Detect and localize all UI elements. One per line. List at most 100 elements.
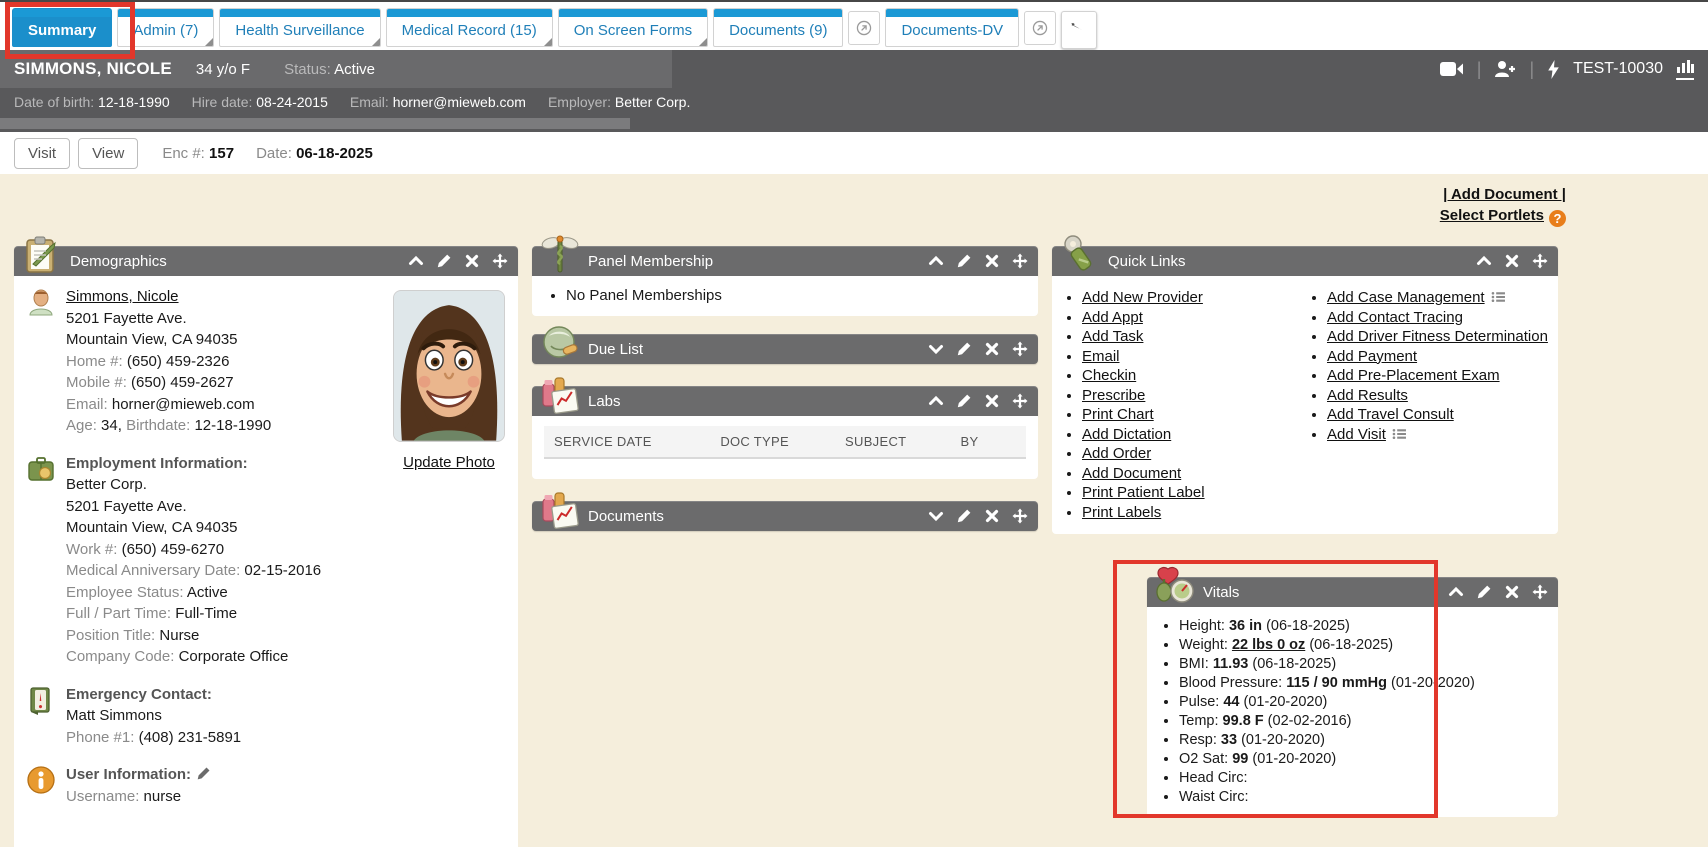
add-order-link[interactable]: Add Order [1082, 445, 1151, 462]
print-chart-link[interactable]: Print Chart [1082, 406, 1154, 423]
demographics-body: Simmons, Nicole 5201 Fayette Ave. Mounta… [14, 276, 518, 847]
tab-label: Admin (7) [118, 17, 213, 46]
add-appt-link[interactable]: Add Appt [1082, 309, 1143, 326]
close-icon[interactable] [1504, 584, 1520, 600]
add-pre-placement-exam-link[interactable]: Add Pre-Placement Exam [1327, 367, 1500, 384]
quick-link-item: Add Results [1327, 386, 1554, 406]
column-header-service-date[interactable]: SERVICE DATE [554, 434, 720, 449]
vital-pulse: Pulse: 44 (01-20-2020) [1179, 693, 1546, 712]
quick-link-item: Add Task [1082, 327, 1309, 347]
move-icon[interactable] [1012, 508, 1028, 524]
add-contact-tracing-link[interactable]: Add Contact Tracing [1327, 309, 1463, 326]
banner-field-employer: Employer: Better Corp. [548, 94, 690, 110]
collapse-icon[interactable] [1476, 253, 1492, 269]
column-header-doc-type[interactable]: DOC TYPE [720, 434, 845, 449]
edit-icon[interactable] [1476, 584, 1492, 600]
help-icon[interactable]: ? [1549, 210, 1566, 227]
tab-admin[interactable]: Admin (7) [117, 8, 214, 47]
print-labels-link[interactable]: Print Labels [1082, 504, 1161, 521]
edit-icon[interactable] [956, 253, 972, 269]
patient-photo [393, 290, 505, 442]
add-results-link[interactable]: Add Results [1327, 387, 1408, 404]
close-icon[interactable] [984, 253, 1000, 269]
tab-accent-strip [13, 9, 111, 17]
move-icon[interactable] [1532, 253, 1548, 269]
list-menu-icon[interactable] [1392, 428, 1407, 440]
update-photo-link[interactable]: Update Photo [403, 454, 495, 471]
add-task-link[interactable]: Add Task [1082, 328, 1143, 345]
add-travel-consult-link[interactable]: Add Travel Consult [1327, 406, 1454, 423]
portlet-header: Due List [532, 334, 1038, 364]
print-patient-label-link[interactable]: Print Patient Label [1082, 484, 1205, 501]
add-new-provider-link[interactable]: Add New Provider [1082, 289, 1203, 306]
edit-icon[interactable] [436, 253, 452, 269]
collapse-icon[interactable] [1448, 584, 1464, 600]
patient-name-link[interactable]: Simmons, Nicole [66, 288, 179, 305]
banner-scrollbar[interactable] [0, 118, 630, 129]
tab-summary[interactable]: Summary [12, 8, 112, 47]
expand-icon[interactable] [928, 341, 944, 357]
add-case-management-link[interactable]: Add Case Management [1327, 289, 1485, 306]
edit-icon[interactable] [956, 341, 972, 357]
column-header-by[interactable]: BY [961, 434, 1016, 449]
edit-user-info-icon[interactable] [196, 766, 211, 781]
close-icon[interactable] [984, 341, 1000, 357]
person-icon [26, 287, 56, 317]
expand-icon[interactable] [928, 508, 944, 524]
field-value: (650) 459-2326 [127, 353, 230, 370]
tab-label: Medical Record (15) [387, 17, 552, 46]
summary-content: | Add Document | Select Portlets? Demogr… [0, 174, 1708, 847]
close-icon[interactable] [1504, 253, 1520, 269]
close-icon[interactable] [464, 253, 480, 269]
select-portlets-link[interactable]: Select Portlets [1440, 207, 1544, 224]
add-dictation-link[interactable]: Add Dictation [1082, 426, 1171, 443]
field-value: horner@mieweb.com [393, 94, 526, 110]
move-icon[interactable] [1012, 341, 1028, 357]
view-button[interactable]: View [78, 138, 138, 169]
portlet-title: Due List [588, 341, 643, 358]
collapse-icon[interactable] [928, 253, 944, 269]
flowsheet-chart-icon[interactable] [1676, 59, 1694, 80]
employment-block: Employment Information: Better Corp. 520… [26, 453, 506, 668]
move-icon[interactable] [492, 253, 508, 269]
close-icon[interactable] [984, 393, 1000, 409]
portlet-column-1: Demographics [14, 246, 518, 847]
add-document-link[interactable]: | Add Document | [1443, 186, 1566, 203]
move-icon[interactable] [1012, 253, 1028, 269]
prescribe-link[interactable]: Prescribe [1082, 387, 1145, 404]
add-document-quick-link[interactable]: Add Document [1082, 465, 1181, 482]
edit-icon[interactable] [956, 393, 972, 409]
quick-link-item: Add New Provider [1082, 288, 1309, 308]
tab-health-surveillance[interactable]: Health Surveillance [219, 8, 380, 47]
quick-link-item: Print Chart [1082, 405, 1309, 425]
vital-height: Height: 36 in (06-18-2025) [1179, 617, 1546, 636]
move-icon[interactable] [1532, 584, 1548, 600]
edit-icon[interactable] [956, 508, 972, 524]
checkin-link[interactable]: Checkin [1082, 367, 1136, 384]
quick-link-item: Checkin [1082, 366, 1309, 386]
column-header-subject[interactable]: SUBJECT [845, 434, 961, 449]
add-payment-link[interactable]: Add Payment [1327, 348, 1417, 365]
open-documents-dv-external-button[interactable] [1024, 11, 1056, 45]
tab-medical-record[interactable]: Medical Record (15) [386, 8, 553, 47]
move-icon[interactable] [1012, 393, 1028, 409]
add-visit-link[interactable]: Add Visit [1327, 426, 1386, 443]
add-person-icon[interactable] [1494, 60, 1516, 78]
collapse-icon[interactable] [928, 393, 944, 409]
tab-on-screen-forms[interactable]: On Screen Forms [558, 8, 708, 47]
quick-action-bolt-icon[interactable] [1547, 60, 1560, 79]
tab-documents[interactable]: Documents (9) [713, 8, 843, 47]
field-label: Employer: [548, 94, 611, 110]
add-driver-fitness-link[interactable]: Add Driver Fitness Determination [1327, 328, 1548, 345]
open-documents-external-button[interactable] [848, 11, 880, 45]
tab-documents-dv[interactable]: Documents-DV [885, 8, 1019, 47]
close-icon[interactable] [984, 508, 1000, 524]
list-menu-icon[interactable] [1491, 291, 1506, 303]
portlet-header: Quick Links [1052, 246, 1558, 276]
video-call-icon[interactable] [1440, 61, 1464, 77]
collapse-icon[interactable] [408, 253, 424, 269]
visit-button[interactable]: Visit [14, 138, 70, 169]
tab-settings-button[interactable] [1061, 11, 1097, 49]
employer-name: Better Corp. [66, 474, 321, 496]
email-link[interactable]: Email [1082, 348, 1120, 365]
